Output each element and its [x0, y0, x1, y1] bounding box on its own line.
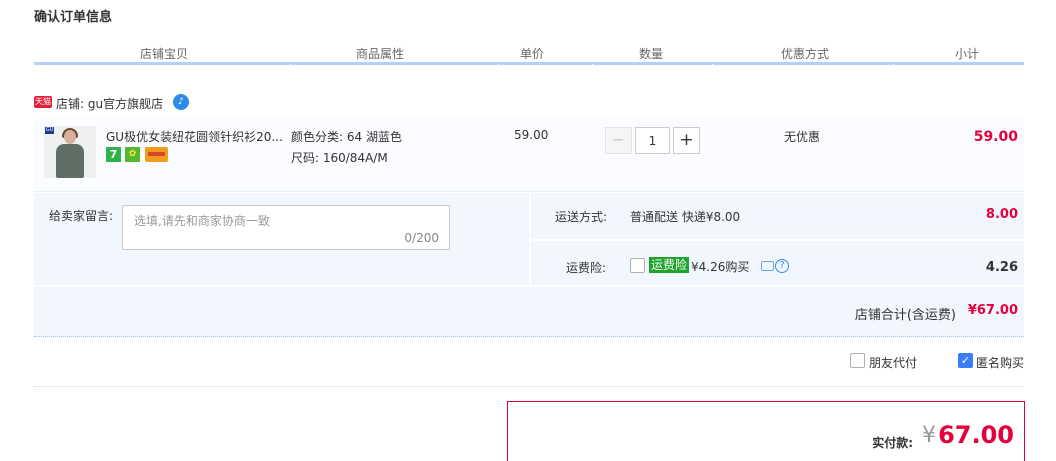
shipping-insurance-fee: 4.26: [985, 260, 1018, 275]
shipping-fee: 8.00: [985, 207, 1018, 222]
actual-payment-box: 实付款: ¥ 67.00: [507, 401, 1025, 461]
shop-total-section: 店铺合计(含运费) ¥67.00: [34, 287, 1024, 337]
shipping-insurance-price: ¥4.26购买: [691, 260, 750, 274]
currency-symbol: ¥: [922, 423, 936, 448]
item-subtotal: 59.00: [973, 129, 1018, 145]
discount-method: 无优惠: [784, 130, 821, 144]
shipping-insurance-tag: 运费险: [649, 257, 690, 273]
shipping-method-section: 运送方式: 普通配送 快递¥8.00 8.00: [531, 193, 1024, 239]
shipping-insurance-checkbox[interactable]: [630, 258, 645, 273]
page-title: 确认订单信息: [34, 10, 113, 25]
header-divider: [34, 62, 1024, 78]
quantity-plus-button[interactable]: +: [673, 127, 700, 154]
column-header-attributes: 商品属性: [355, 47, 404, 61]
section-divider: [34, 386, 1024, 387]
comment-icon[interactable]: [761, 261, 774, 271]
seven-day-return-icon[interactable]: 7: [106, 147, 121, 162]
friend-pay-checkbox[interactable]: [850, 353, 865, 368]
attribute-color: 颜色分类: 64 湖蓝色: [291, 130, 402, 144]
seller-message-char-count: 0/200: [404, 231, 439, 245]
anonymous-purchase-checkbox[interactable]: ✓: [958, 353, 973, 368]
anonymous-purchase-label[interactable]: 匿名购买: [976, 354, 1024, 371]
credit-card-icon[interactable]: [145, 147, 168, 162]
attribute-size: 尺码: 160/84A/M: [291, 151, 388, 165]
tmall-badge-icon: 天猫: [34, 96, 52, 108]
unit-price: 59.00: [514, 128, 549, 142]
seller-message-section: 给卖家留言: 选填,请先和商家协商一致 0/200: [34, 193, 529, 285]
seller-message-input[interactable]: 选填,请先和商家协商一致 0/200: [122, 205, 450, 250]
product-thumbnail[interactable]: GU: [44, 126, 96, 178]
seller-message-label: 给卖家留言:: [49, 209, 114, 223]
shipping-method-value[interactable]: 普通配送 快递¥8.00: [630, 208, 740, 225]
shop-name-link[interactable]: 店铺: gu官方旗舰店: [56, 95, 163, 112]
order-item-row: GU GU极优女装纽花圆领针织衫20... 7 ✿ 颜色分类: 64 湖蓝色 尺…: [34, 118, 1024, 192]
shipping-method-label: 运送方式:: [555, 210, 608, 224]
shop-total-label: 店铺合计(含运费): [854, 308, 956, 323]
shipping-insurance-label: 运费险:: [566, 261, 607, 275]
column-header-discount: 优惠方式: [780, 47, 829, 61]
actual-payment-amount: 67.00: [938, 421, 1014, 449]
column-header-subtotal: 小计: [954, 47, 979, 61]
column-header-unit-price: 单价: [519, 47, 544, 61]
product-title-link[interactable]: GU极优女装纽花圆领针织衫20...: [106, 128, 286, 145]
column-header-shop-item: 店铺宝贝: [139, 47, 188, 61]
column-header-quantity: 数量: [638, 47, 663, 61]
help-question-icon[interactable]: ?: [775, 259, 789, 273]
column-header-row: 店铺宝贝 商品属性 单价 数量 优惠方式 小计: [34, 45, 1024, 63]
friend-pay-label[interactable]: 朋友代付: [869, 354, 917, 371]
wangwang-chat-icon[interactable]: ♪: [173, 94, 189, 110]
seller-message-placeholder: 选填,请先和商家协商一致: [134, 214, 270, 228]
quantity-minus-button[interactable]: −: [605, 127, 632, 154]
gu-logo-icon: GU: [45, 127, 54, 134]
actual-payment-label: 实付款:: [872, 436, 913, 450]
quantity-input[interactable]: [635, 127, 670, 154]
shop-total-value: ¥67.00: [967, 303, 1018, 318]
payment-options-row: 朋友代付 ✓ 匿名购买: [34, 352, 1024, 372]
guarantee-shield-icon[interactable]: ✿: [125, 147, 140, 162]
shipping-insurance-section: 运费险: 运费险 ¥4.26购买 ? 4.26: [531, 241, 1024, 285]
